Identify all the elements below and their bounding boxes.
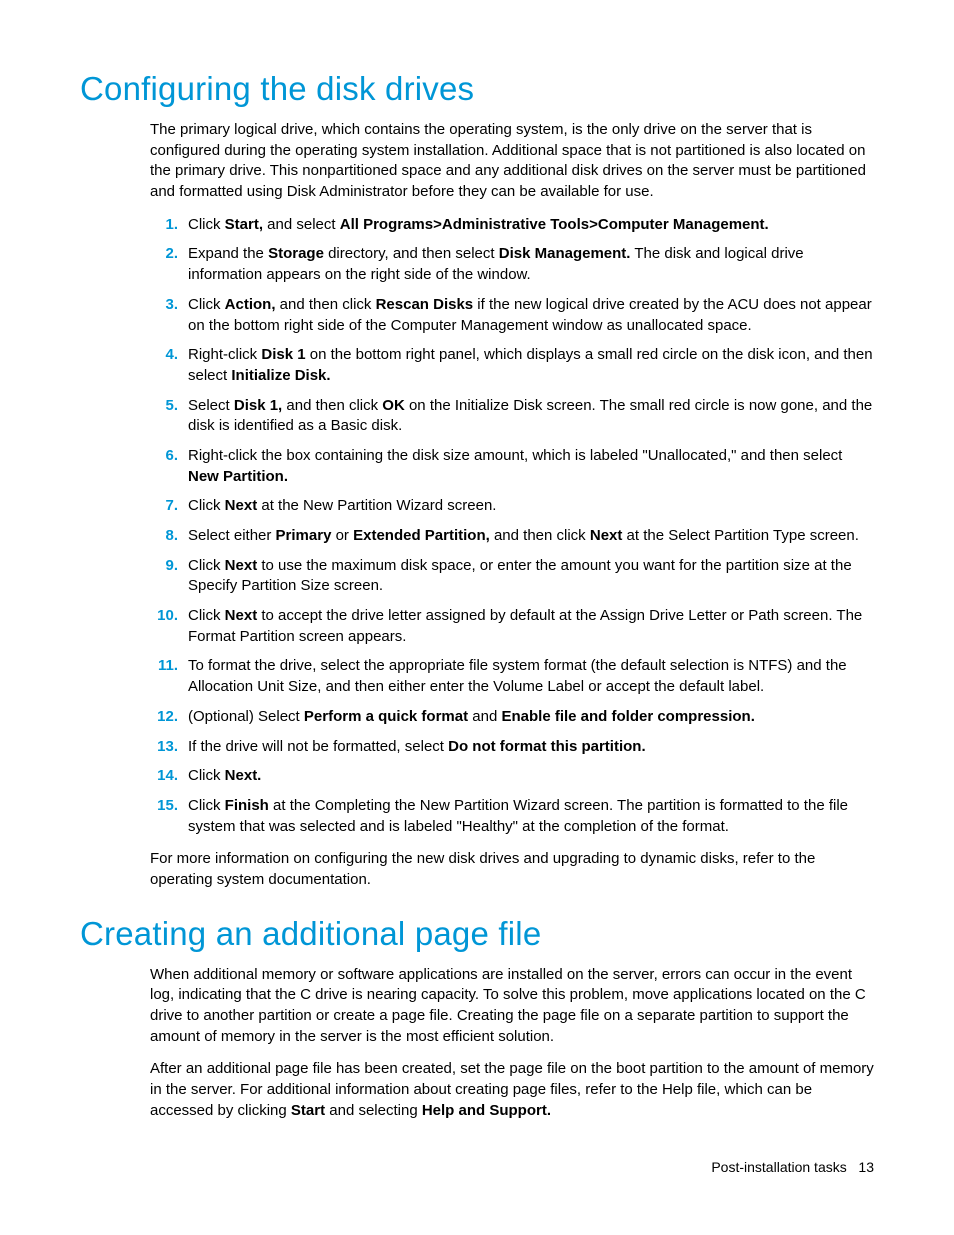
section2-para1: When additional memory or software appli…: [80, 965, 874, 1048]
step-item: Select Disk 1, and then click OK on the …: [150, 396, 874, 437]
step-item: Click Next to accept the drive letter as…: [150, 606, 874, 647]
step-item: Right-click Disk 1 on the bottom right p…: [150, 345, 874, 386]
step-item: Click Next to use the maximum disk space…: [150, 556, 874, 597]
footer-page-number: 13: [858, 1159, 874, 1175]
step-item: Click Action, and then click Rescan Disk…: [150, 295, 874, 336]
step-item: (Optional) Select Perform a quick format…: [150, 707, 874, 728]
section-heading-creating-page-file: Creating an additional page file: [80, 915, 874, 953]
footer-label: Post-installation tasks: [711, 1159, 846, 1175]
intro-paragraph: The primary logical drive, which contain…: [80, 120, 874, 203]
step-item: Click Start, and select All Programs>Adm…: [150, 215, 874, 236]
step-item: If the drive will not be formatted, sele…: [150, 737, 874, 758]
outro-paragraph: For more information on configuring the …: [80, 849, 874, 890]
section2-para2: After an additional page file has been c…: [80, 1059, 874, 1121]
page-footer: Post-installation tasks 13: [711, 1159, 874, 1175]
step-item: Click Next.: [150, 766, 874, 787]
step-item: Expand the Storage directory, and then s…: [150, 244, 874, 285]
steps-list: Click Start, and select All Programs>Adm…: [80, 215, 874, 838]
section-heading-configuring-disk-drives: Configuring the disk drives: [80, 70, 874, 108]
step-item: Click Finish at the Completing the New P…: [150, 796, 874, 837]
step-item: Right-click the box containing the disk …: [150, 446, 874, 487]
step-item: Click Next at the New Partition Wizard s…: [150, 496, 874, 517]
step-item: To format the drive, select the appropri…: [150, 656, 874, 697]
step-item: Select either Primary or Extended Partit…: [150, 526, 874, 547]
